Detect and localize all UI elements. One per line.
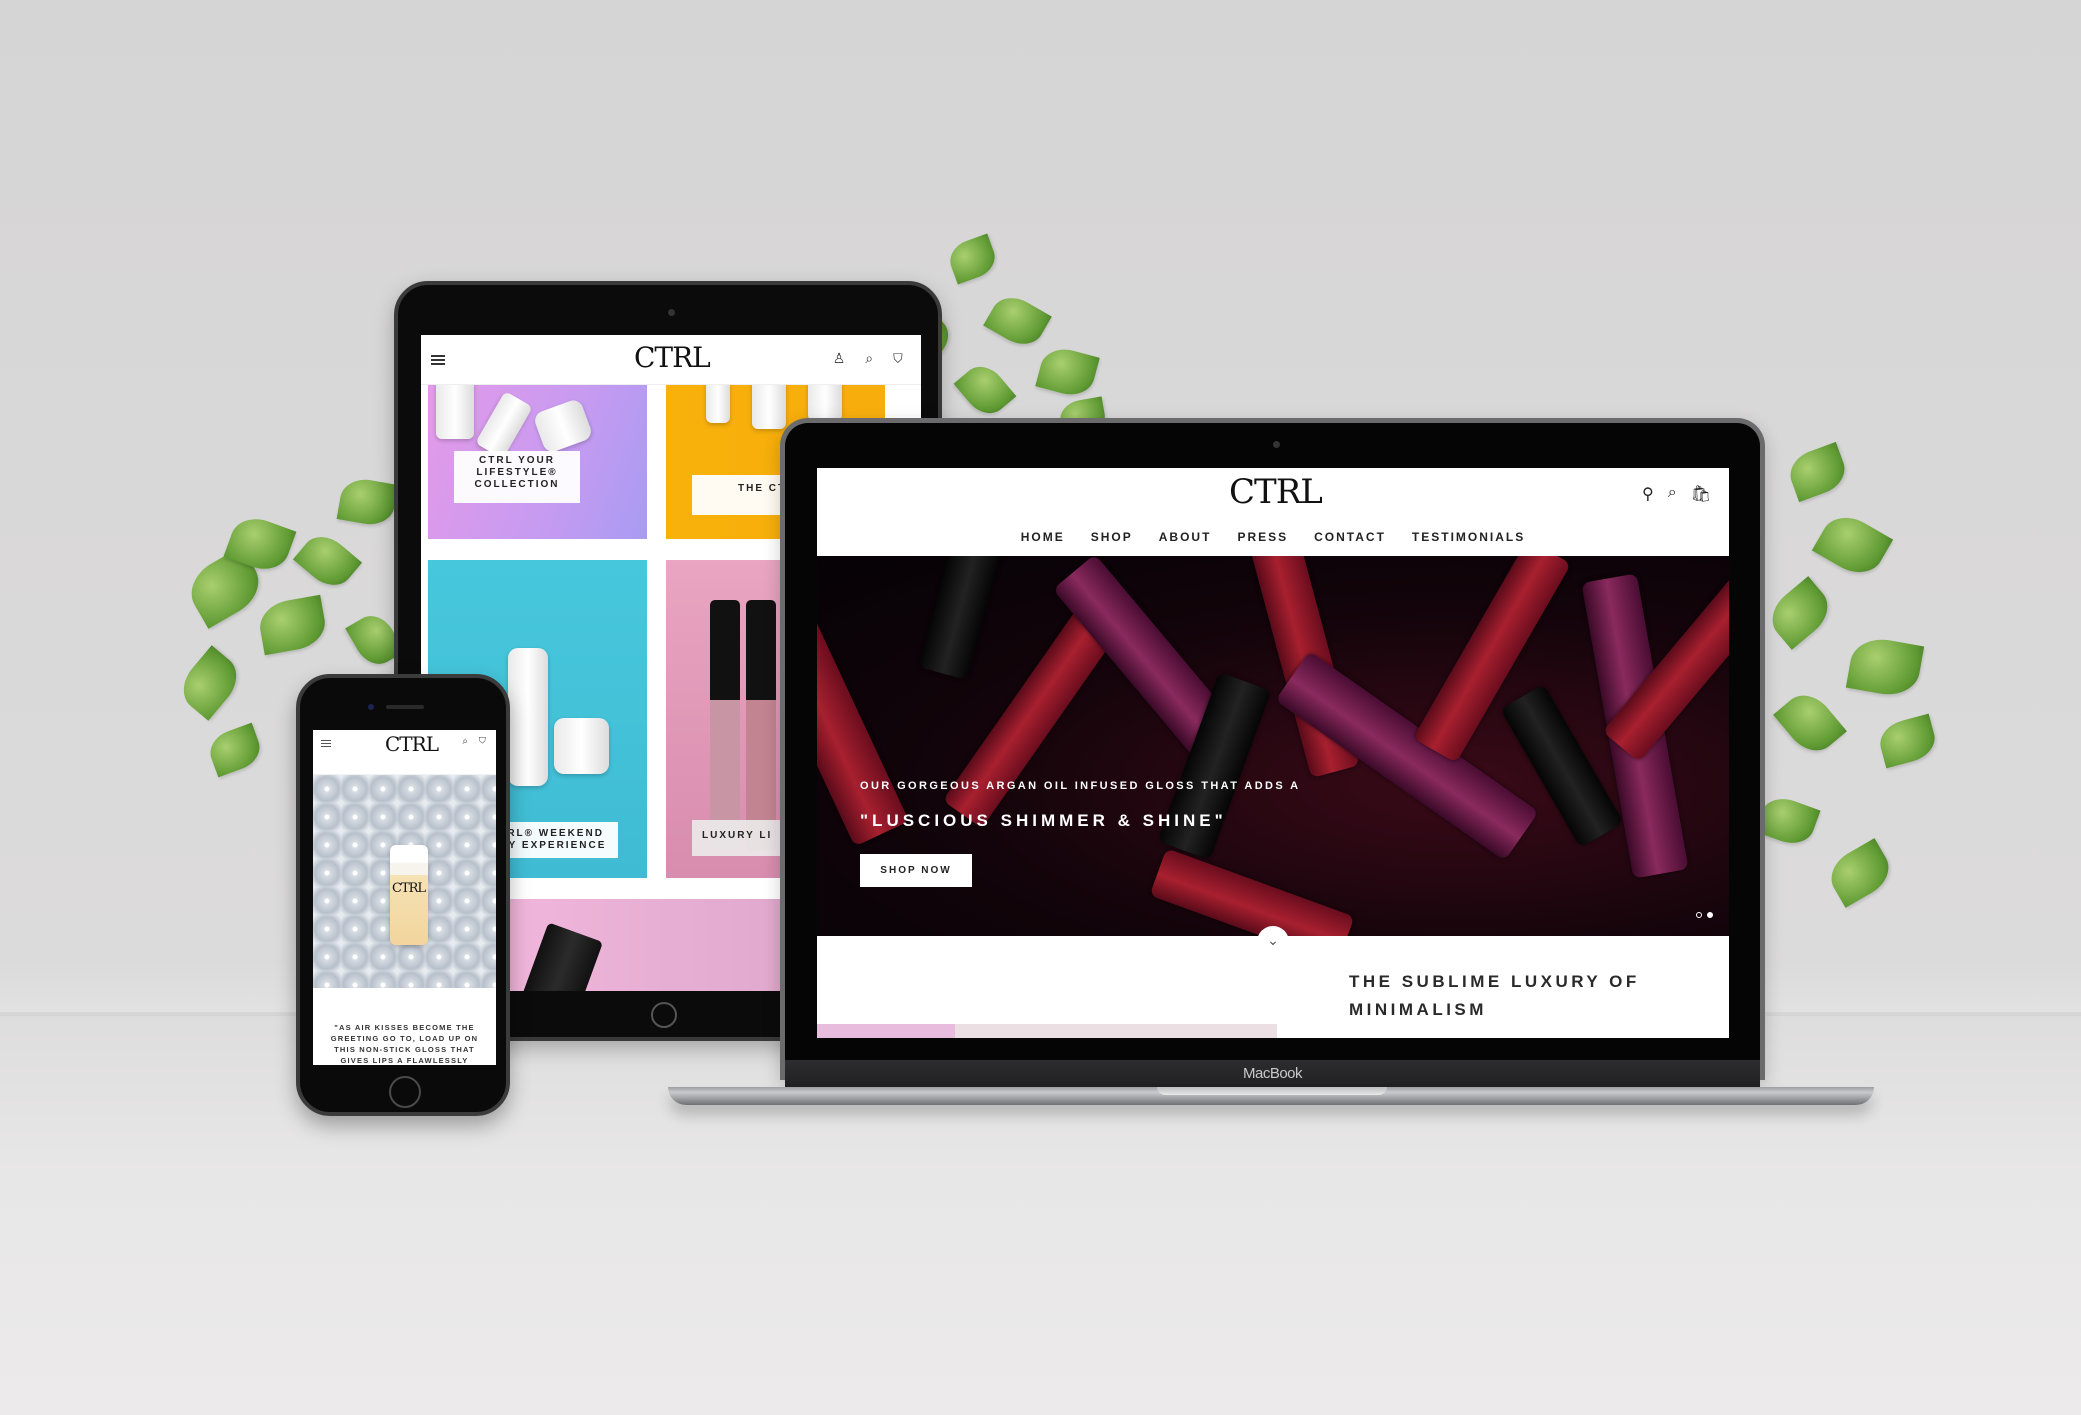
nav-shop[interactable]: SHOP (1091, 530, 1133, 544)
phone-camera (368, 704, 374, 710)
tablet-header: CTRL ♙ ⌕ ⛉ (421, 335, 921, 385)
laptop-brand-label: MacBook (1242, 1065, 1303, 1082)
laptop-camera (1273, 441, 1280, 448)
section-image-strip (817, 1024, 1277, 1038)
phone-logo[interactable]: CTRL (385, 732, 439, 756)
nav-testimonials[interactable]: TESTIMONIALS (1412, 530, 1525, 544)
nav-contact[interactable]: CONTACT (1314, 530, 1386, 544)
menu-icon[interactable] (431, 355, 445, 365)
tablet-camera (668, 309, 675, 316)
phone-header: CTRL ⌕ ⛉ (313, 730, 496, 775)
tablet-header-icons[interactable]: ♙ ⌕ ⛉ (833, 350, 911, 367)
account-icon[interactable]: ⚲ (1642, 484, 1654, 504)
site-header: CTRL ⚲ ⌕ 🛍 HOME SHOP ABOUT PRESS CONTACT… (817, 468, 1729, 556)
nav-home[interactable]: HOME (1021, 530, 1065, 544)
cart-icon[interactable]: 🛍 (1691, 484, 1711, 504)
phone-device: CTRL ⌕ ⛉ CTRL "AS AIR KISSES BECOME THE … (296, 674, 510, 1116)
section-title: THE SUBLIME LUXURY OF MINIMALISM (1349, 972, 1640, 1019)
hero-subtitle: OUR GORGEOUS ARGAN OIL INFUSED GLOSS THA… (860, 780, 1301, 792)
tile-lifestyle-collection[interactable]: CTRL YOUR LIFESTYLE® COLLECTION (428, 385, 647, 539)
nav-press[interactable]: PRESS (1237, 530, 1288, 544)
laptop-screen: CTRL ⚲ ⌕ 🛍 HOME SHOP ABOUT PRESS CONTACT… (817, 468, 1729, 1038)
slider-dot-2[interactable] (1707, 912, 1713, 918)
hero-title: "LUSCIOUS SHIMMER & SHINE" (860, 811, 1227, 830)
phone-screen: CTRL ⌕ ⛉ CTRL "AS AIR KISSES BECOME THE … (313, 730, 496, 1065)
laptop-base (668, 1087, 1874, 1105)
menu-icon[interactable] (321, 740, 331, 747)
laptop-device: CTRL ⚲ ⌕ 🛍 HOME SHOP ABOUT PRESS CONTACT… (780, 418, 1765, 1080)
phone-hero-image: CTRL (313, 775, 496, 988)
serum-logo: CTRL (392, 881, 426, 896)
tablet-home-button[interactable] (651, 1002, 677, 1028)
nav-about[interactable]: ABOUT (1159, 530, 1212, 544)
laptop-notch (1157, 1087, 1387, 1095)
site-logo[interactable]: CTRL (1229, 472, 1323, 512)
slider-dots (1696, 912, 1713, 918)
search-icon[interactable]: ⌕ (1668, 484, 1677, 504)
tile-label: CTRL YOUR LIFESTYLE® COLLECTION (454, 451, 580, 503)
header-icons: ⚲ ⌕ 🛍 (1642, 484, 1711, 504)
chevron-down-icon[interactable]: ⌄ (1257, 926, 1289, 958)
hero-slider: OUR GORGEOUS ARGAN OIL INFUSED GLOSS THA… (817, 556, 1729, 936)
shop-now-button[interactable]: SHOP NOW (860, 854, 972, 887)
main-nav: HOME SHOP ABOUT PRESS CONTACT TESTIMONIA… (817, 530, 1729, 544)
phone-speaker (386, 705, 424, 709)
phone-home-button[interactable] (389, 1076, 421, 1108)
testimonial-quote: "AS AIR KISSES BECOME THE GREETING GO TO… (330, 1023, 479, 1065)
laptop-chin: MacBook (785, 1060, 1760, 1090)
slider-dot-1[interactable] (1696, 912, 1702, 918)
serum-bottle: CTRL (390, 845, 428, 945)
tablet-logo[interactable]: CTRL (634, 341, 711, 374)
phone-header-icons[interactable]: ⌕ ⛉ (462, 736, 490, 747)
